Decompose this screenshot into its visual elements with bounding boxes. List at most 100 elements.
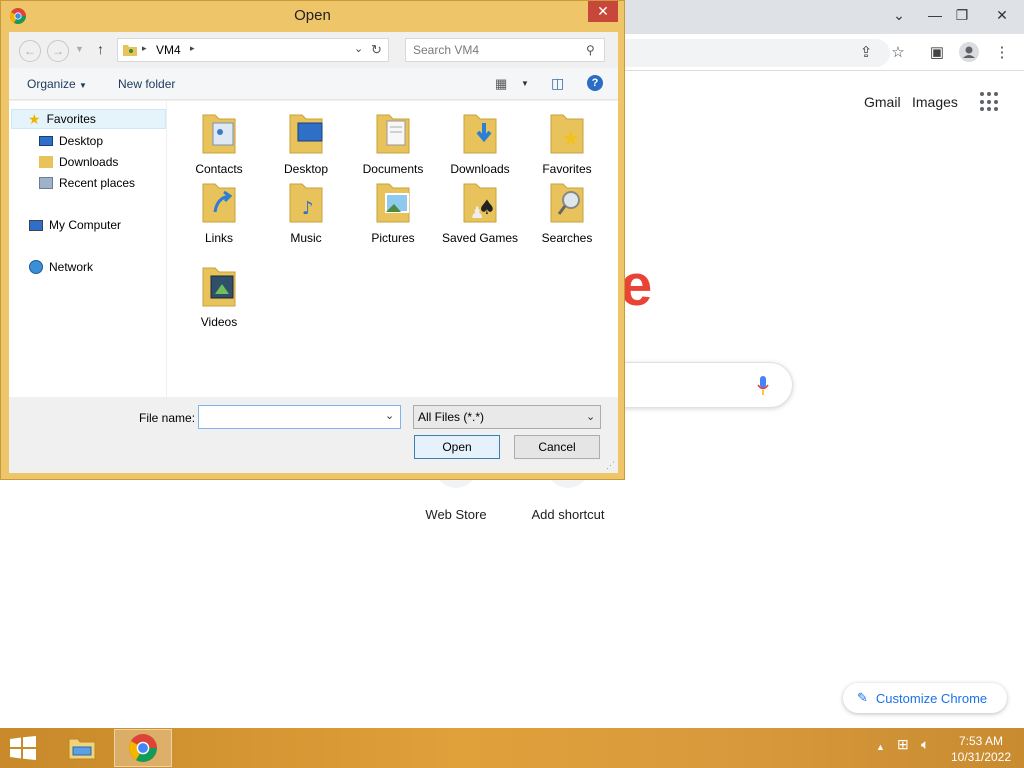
- nav-item-network[interactable]: Network: [29, 257, 93, 277]
- change-view-icon[interactable]: ▦: [495, 76, 507, 92]
- resize-grip-icon[interactable]: ⋰: [606, 460, 615, 471]
- shortcut-label-web-store[interactable]: Web Store: [401, 507, 511, 522]
- open-button[interactable]: Open: [414, 435, 500, 459]
- organize-chevron-icon: ▼: [79, 81, 87, 90]
- voice-search-icon[interactable]: [757, 376, 769, 396]
- file-name-input[interactable]: ⌄: [198, 405, 401, 429]
- folder-searches[interactable]: Searches: [527, 176, 607, 246]
- file-name-dropdown-icon[interactable]: ⌄: [385, 409, 394, 422]
- folder-label-contacts: Contacts: [195, 162, 243, 176]
- file-type-dropdown-icon: ⌄: [586, 411, 596, 423]
- volume-icon[interactable]: 🔈︎: [921, 736, 929, 753]
- folder-label-downloads: Downloads: [450, 162, 510, 176]
- pencil-icon: ✎: [857, 690, 868, 705]
- file-type-value: All Files (*.*): [418, 410, 485, 424]
- taskbar-chrome[interactable]: [114, 729, 172, 767]
- folder-saved-games[interactable]: ♠ ♟ Saved Games: [440, 176, 520, 246]
- organize-button[interactable]: Organize ▼: [27, 77, 87, 91]
- windows-start-icon[interactable]: [8, 736, 38, 760]
- nav-item-downloads[interactable]: Downloads: [39, 152, 118, 172]
- view-options-chevron-icon[interactable]: ▼: [521, 79, 529, 88]
- folder-label-documents: Documents: [362, 162, 424, 176]
- restore-button[interactable]: ❐: [945, 2, 979, 28]
- chrome-taskbar-icon: [129, 734, 157, 762]
- customize-chrome-button[interactable]: ✎ Customize Chrome: [843, 683, 1007, 713]
- breadcrumb-separator-icon[interactable]: ▸: [190, 43, 195, 54]
- shortcut-label-add-shortcut[interactable]: Add shortcut: [513, 507, 623, 522]
- nav-item-desktop[interactable]: Desktop: [39, 131, 103, 151]
- taskbar-file-explorer[interactable]: [53, 729, 111, 767]
- nav-item-my-computer[interactable]: My Computer: [29, 215, 121, 235]
- taskbar-clock[interactable]: 7:53 AM 10/31/2022: [946, 733, 1016, 765]
- svg-text:♟: ♟: [470, 203, 484, 222]
- search-placeholder: Search VM4: [413, 43, 480, 57]
- up-arrow-icon[interactable]: ↑: [97, 41, 104, 57]
- dialog-body: ← → ▼ ↑ ▸ VM4 ▸ ⌄ ↻ Search VM4 ⚲ Organiz…: [9, 32, 618, 473]
- folder-label-searches: Searches: [541, 231, 593, 245]
- contacts-folder-icon: [202, 114, 236, 154]
- address-bar[interactable]: ▸ VM4 ▸ ⌄ ↻: [117, 38, 389, 62]
- side-panel-icon[interactable]: ▣: [924, 40, 950, 64]
- videos-folder-icon: [202, 267, 236, 307]
- folder-desktop[interactable]: Desktop: [266, 107, 346, 177]
- share-icon[interactable]: ⇪: [853, 40, 879, 64]
- folder-documents[interactable]: Documents: [353, 107, 433, 177]
- file-list-pane: Contacts Desktop Documents Downloads ★ F…: [167, 101, 618, 397]
- file-type-select[interactable]: All Files (*.*) ⌄: [413, 405, 601, 429]
- preview-pane-icon[interactable]: ◫: [551, 75, 564, 92]
- clock-date: 10/31/2022: [950, 750, 1012, 764]
- network-tray-icon[interactable]: ⊞: [897, 736, 909, 753]
- address-dropdown-icon[interactable]: ⌄: [354, 42, 363, 55]
- nav-label-favorites: Favorites: [46, 112, 96, 126]
- folder-links[interactable]: Links: [179, 176, 259, 246]
- forward-button[interactable]: →: [47, 40, 69, 62]
- downloads-icon: [39, 156, 53, 168]
- profile-avatar[interactable]: [956, 40, 982, 64]
- tab-search-chevron-icon[interactable]: ⌄: [882, 2, 916, 28]
- file-explorer-icon: [68, 738, 96, 760]
- folder-label-videos: Videos: [200, 315, 238, 329]
- search-input[interactable]: Search VM4 ⚲: [405, 38, 605, 62]
- cancel-button[interactable]: Cancel: [514, 435, 600, 459]
- documents-folder-icon: [376, 114, 410, 154]
- breadcrumb-separator-icon: ▸: [142, 43, 147, 53]
- desktop-folder-icon: [289, 114, 323, 154]
- search-icon: ⚲: [586, 43, 595, 57]
- links-folder-icon: [202, 183, 236, 223]
- bookmark-star-icon[interactable]: ☆: [885, 40, 911, 64]
- help-icon[interactable]: ?: [587, 75, 603, 91]
- dialog-title: Open: [294, 7, 331, 24]
- folder-contacts[interactable]: Contacts: [179, 107, 259, 177]
- gmail-link[interactable]: Gmail: [864, 94, 901, 110]
- dialog-close-button[interactable]: ✕: [588, 1, 618, 22]
- network-icon: [29, 260, 43, 274]
- nav-item-recent-places[interactable]: Recent places: [39, 173, 135, 193]
- recent-locations-chevron-icon[interactable]: ▼: [75, 44, 84, 54]
- command-bar: Organize ▼ New folder ▦ ▼ ◫ ?: [9, 68, 618, 100]
- folder-favorites[interactable]: ★ Favorites: [527, 107, 607, 177]
- customize-chrome-label: Customize Chrome: [875, 690, 988, 706]
- folder-pictures[interactable]: Pictures: [353, 176, 433, 246]
- dialog-footer: File name: ⌄ All Files (*.*) ⌄ Open Canc…: [9, 397, 618, 473]
- google-apps-icon[interactable]: [980, 92, 1000, 112]
- file-name-label: File name:: [139, 411, 196, 425]
- folder-music[interactable]: ♪ Music: [266, 176, 346, 246]
- back-button[interactable]: ←: [19, 40, 41, 62]
- breadcrumb-vm4[interactable]: VM4: [156, 43, 181, 57]
- nav-label-desktop: Desktop: [59, 134, 104, 148]
- folder-videos[interactable]: Videos: [179, 260, 259, 330]
- folder-downloads[interactable]: Downloads: [440, 107, 520, 177]
- computer-icon: [29, 219, 43, 231]
- new-folder-button[interactable]: New folder: [118, 77, 175, 91]
- favorites-folder-icon: ★: [550, 114, 584, 154]
- navigation-pane: ★ Favorites Desktop Downloads Recent pla…: [9, 101, 166, 397]
- nav-label-network: Network: [49, 260, 94, 274]
- close-window-button[interactable]: ✕: [985, 2, 1019, 28]
- nav-item-favorites[interactable]: ★ Favorites: [11, 109, 166, 129]
- chrome-menu-icon[interactable]: ⋮: [989, 40, 1015, 64]
- images-link[interactable]: Images: [912, 94, 958, 110]
- refresh-icon[interactable]: ↻: [371, 42, 382, 58]
- nav-label-downloads: Downloads: [59, 155, 119, 169]
- folder-label-pictures: Pictures: [371, 231, 415, 245]
- show-hidden-icons-icon[interactable]: ▲: [876, 742, 885, 752]
